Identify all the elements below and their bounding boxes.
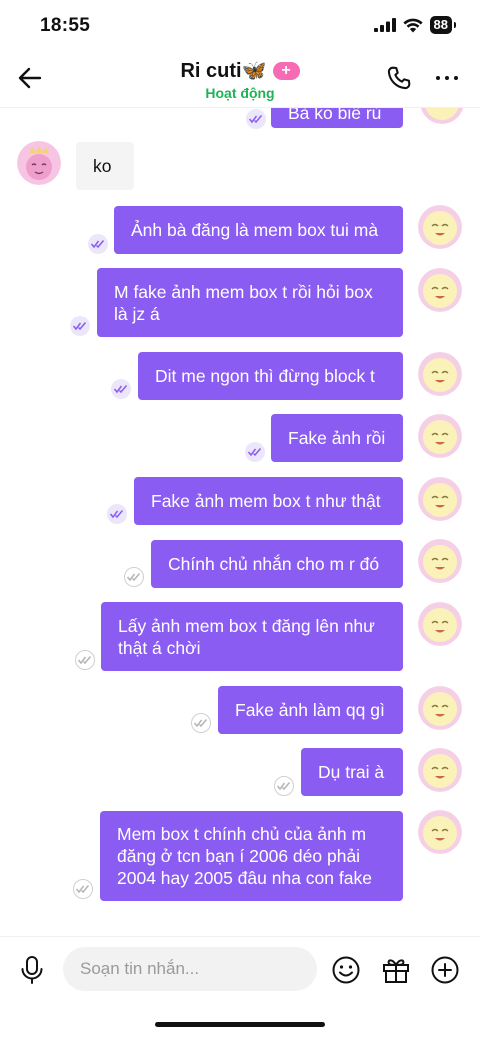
plus-circle-icon	[431, 956, 459, 984]
message-bubble[interactable]: ko	[76, 142, 134, 190]
message-list[interactable]: Bà ko biế rủ ko Ảnh bà đăng là mem box t…	[0, 108, 480, 936]
read-receipt-icon	[88, 234, 108, 254]
read-receipt-icon	[246, 109, 266, 129]
voice-message-button[interactable]	[18, 955, 46, 985]
own-avatar	[418, 268, 462, 312]
more-icon	[436, 76, 440, 80]
message-bubble[interactable]: M fake ảnh mem box t rồi hỏi box là jz á	[97, 268, 403, 337]
own-avatar	[418, 748, 462, 792]
more-options-button[interactable]	[430, 63, 464, 93]
call-button[interactable]	[384, 63, 414, 93]
gift-button[interactable]	[381, 955, 411, 985]
message-bubble[interactable]: Lấy ảnh mem box t đăng lên như thật á ch…	[101, 602, 403, 671]
status-icons: 88	[373, 16, 457, 34]
chat-header: Ri cuti🦋 + Hoạt động	[0, 52, 480, 108]
own-avatar	[418, 602, 462, 646]
message-bubble[interactable]: Ảnh bà đăng là mem box tui mà	[114, 206, 403, 254]
signal-icon	[373, 18, 396, 32]
message-bubble[interactable]: Mem box t chính chủ của ảnh m đăng ở tcn…	[100, 811, 403, 901]
message-bubble[interactable]: Dit me ngon thì đừng block t	[138, 352, 403, 400]
read-receipt-icon	[245, 442, 265, 462]
message-bubble[interactable]: Bà ko biế rủ	[271, 108, 403, 128]
battery-indicator: 88	[429, 16, 457, 34]
own-avatar	[418, 205, 462, 249]
wifi-icon	[402, 18, 423, 32]
plus-badge: +	[272, 61, 300, 80]
home-indicator[interactable]	[155, 1022, 325, 1027]
gift-icon	[383, 959, 409, 983]
own-avatar	[418, 352, 462, 396]
add-attachment-button[interactable]	[430, 955, 460, 985]
read-receipt-icon	[111, 379, 131, 399]
message-bubble[interactable]: Chính chủ nhắn cho m r đó	[151, 540, 403, 588]
message-bubble[interactable]: Fake ảnh mem box t như thật	[134, 477, 403, 525]
read-receipt-icon	[70, 316, 90, 336]
emoji-button[interactable]	[331, 955, 361, 985]
own-avatar	[418, 539, 462, 583]
own-avatar	[420, 108, 464, 124]
own-avatar	[418, 686, 462, 730]
status-time: 18:55	[40, 15, 91, 36]
message-composer: Soạn tin nhắn...	[0, 936, 480, 1000]
contact-avatar	[17, 141, 61, 185]
mic-icon	[21, 956, 43, 984]
own-avatar	[418, 810, 462, 854]
phone-icon	[387, 66, 411, 90]
read-receipt-icon	[107, 504, 127, 524]
read-receipt-icon	[191, 713, 211, 733]
read-receipt-icon	[124, 567, 144, 587]
contact-name: Ri cuti🦋	[180, 60, 267, 82]
message-bubble[interactable]: Fake ảnh làm qq gì	[218, 686, 403, 734]
message-bubble[interactable]: Dụ trai à	[301, 748, 403, 796]
status-bar: 18:55 88	[0, 0, 480, 52]
read-receipt-icon	[73, 879, 93, 899]
emoji-icon	[332, 956, 360, 984]
message-input[interactable]: Soạn tin nhắn...	[63, 947, 317, 991]
own-avatar	[418, 414, 462, 458]
read-receipt-icon	[274, 776, 294, 796]
message-bubble[interactable]: Fake ảnh rồi	[271, 414, 403, 462]
read-receipt-icon	[75, 650, 95, 670]
own-avatar	[418, 477, 462, 521]
